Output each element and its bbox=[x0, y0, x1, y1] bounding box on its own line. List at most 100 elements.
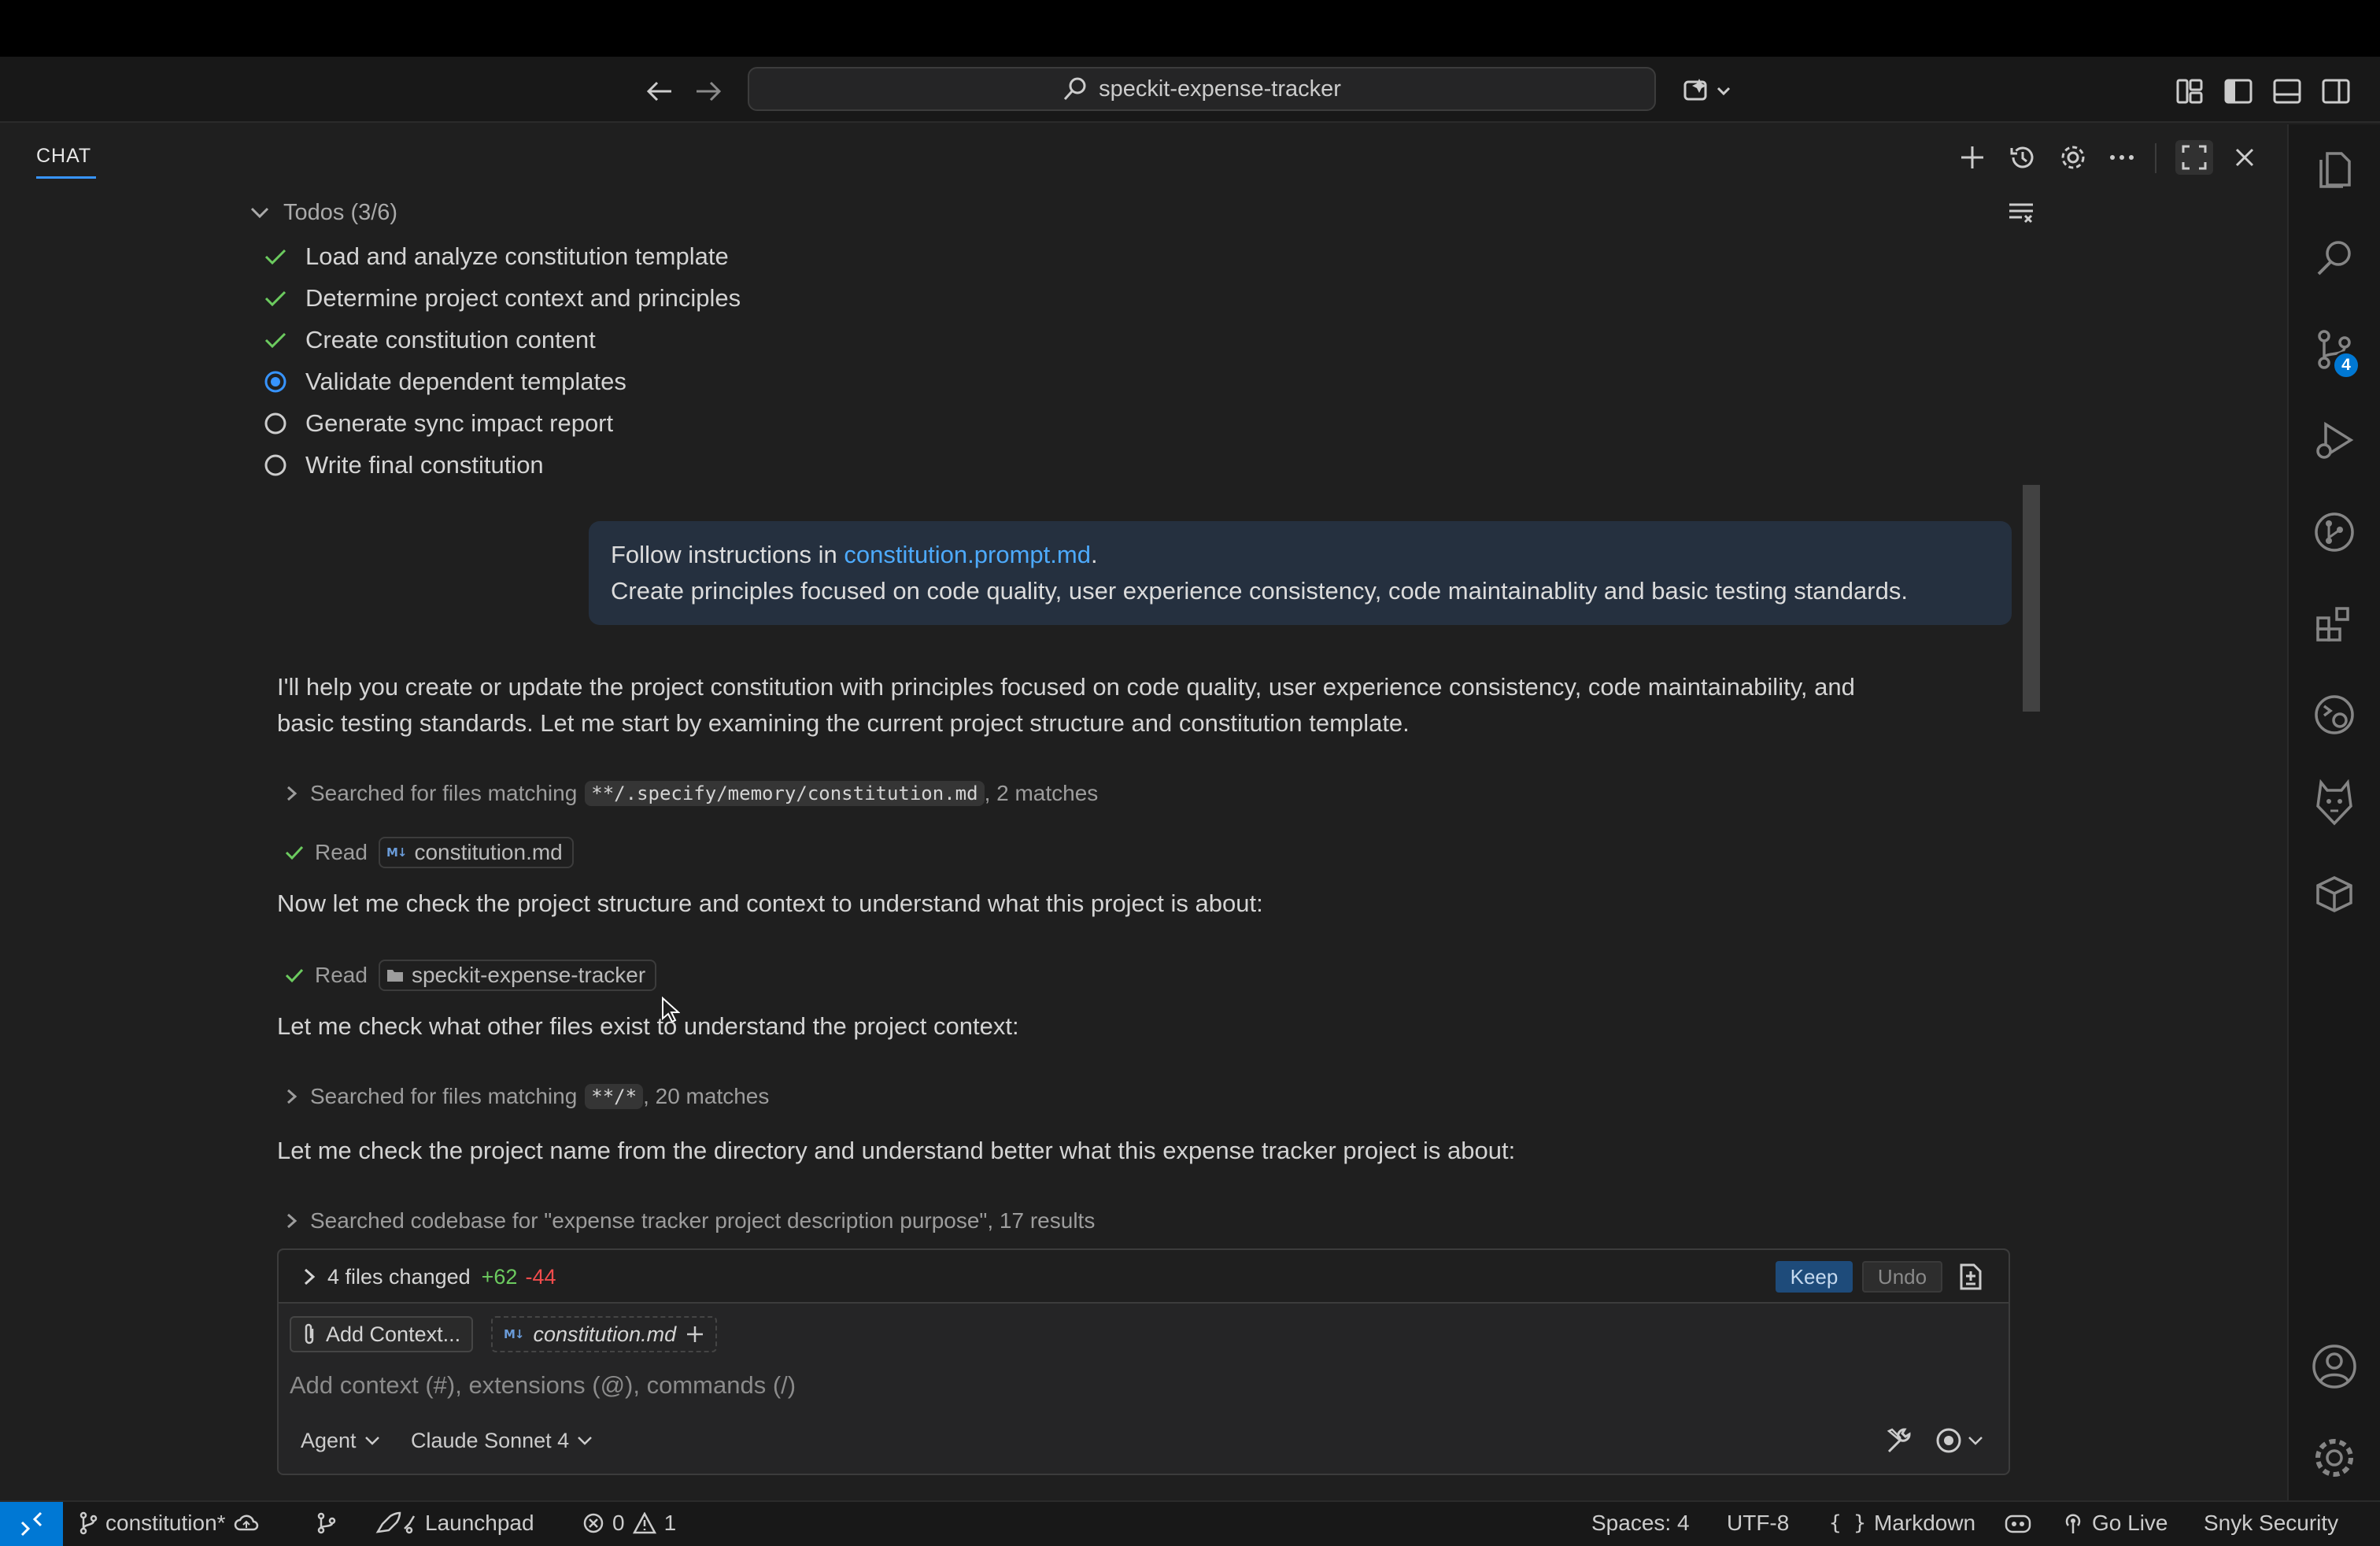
plus-icon[interactable] bbox=[686, 1325, 704, 1344]
maximize-chat-icon[interactable] bbox=[2175, 140, 2213, 175]
empty-circle-icon bbox=[263, 411, 288, 436]
todo-label: Write final constitution bbox=[305, 451, 544, 479]
tool-search-files[interactable]: Searched for files matching **/* , 20 ma… bbox=[285, 1078, 769, 1115]
header-divider bbox=[2155, 143, 2156, 173]
file-reference-chip[interactable]: M↓ constitution.md bbox=[378, 837, 574, 868]
lines-removed: -44 bbox=[525, 1264, 556, 1289]
git-graph-icon[interactable] bbox=[2308, 505, 2361, 559]
prompt-file-link[interactable]: constitution.prompt.md bbox=[844, 541, 1091, 568]
files-changed-toggle[interactable]: 4 files changed +62 -44 bbox=[302, 1261, 556, 1293]
remote-explorer-icon[interactable] bbox=[2308, 688, 2361, 742]
encoding-status[interactable]: UTF-8 bbox=[1727, 1505, 1789, 1541]
back-arrow-icon[interactable] bbox=[642, 76, 677, 107]
search-icon[interactable] bbox=[2308, 231, 2361, 285]
mode-label: Agent bbox=[301, 1428, 357, 1452]
tools-icon[interactable] bbox=[1884, 1425, 1916, 1456]
customize-layout-icon[interactable] bbox=[2172, 74, 2207, 109]
add-context-button[interactable]: Add Context... bbox=[290, 1316, 474, 1352]
snyk-icon[interactable] bbox=[2308, 776, 2361, 830]
paperclip-icon bbox=[302, 1322, 316, 1346]
response-intro-line2: basic testing standards. Let me start by… bbox=[277, 709, 1410, 737]
search-result-count: , 2 matches bbox=[984, 781, 1099, 805]
toggle-panel-icon[interactable] bbox=[2270, 74, 2304, 109]
undo-button[interactable]: Undo bbox=[1862, 1261, 1942, 1293]
warning-count: 1 bbox=[663, 1511, 677, 1535]
read-label: Read bbox=[315, 963, 368, 987]
toggle-secondary-sidebar-icon[interactable] bbox=[2319, 74, 2353, 109]
extensions-icon[interactable] bbox=[2308, 597, 2361, 650]
snyk-security-status[interactable]: Snyk Security bbox=[2204, 1505, 2338, 1541]
run-debug-icon[interactable] bbox=[2308, 414, 2361, 468]
send-options-button[interactable] bbox=[1935, 1425, 1994, 1456]
chevron-right-icon bbox=[285, 1212, 299, 1230]
new-chat-icon[interactable] bbox=[1953, 140, 1991, 175]
chevron-right-icon bbox=[302, 1267, 316, 1286]
mode-picker[interactable]: Agent bbox=[301, 1425, 380, 1456]
copilot-status-icon[interactable] bbox=[2004, 1505, 2032, 1541]
launchpad-status[interactable]: Launchpad bbox=[375, 1505, 534, 1541]
keep-button[interactable]: Keep bbox=[1776, 1261, 1853, 1293]
chat-history-icon[interactable] bbox=[2004, 140, 2042, 175]
tool-label: Searched codebase for "expense tracker p… bbox=[310, 1208, 1096, 1233]
user-message-prefix: Follow instructions in bbox=[611, 541, 844, 568]
tool-search-files[interactable]: Searched for files matching **/.specify/… bbox=[285, 775, 1098, 812]
search-result-count: , 20 matches bbox=[643, 1084, 770, 1108]
check-icon bbox=[263, 327, 288, 353]
chat-settings-gear-icon[interactable] bbox=[2054, 140, 2092, 175]
go-live-label: Go Live bbox=[2092, 1511, 2168, 1535]
toggle-primary-sidebar-icon[interactable] bbox=[2221, 74, 2256, 109]
model-picker[interactable]: Claude Sonnet 4 bbox=[411, 1425, 593, 1456]
go-live-status[interactable]: Go Live bbox=[2062, 1505, 2168, 1541]
folder-name: speckit-expense-tracker bbox=[411, 963, 646, 987]
box-icon[interactable] bbox=[2308, 867, 2361, 921]
view-changes-icon[interactable] bbox=[1955, 1261, 1986, 1293]
tool-label: Searched for files matching bbox=[310, 781, 578, 805]
scm-count-badge: 4 bbox=[2332, 351, 2360, 379]
branch-status[interactable]: constitution* bbox=[79, 1505, 259, 1541]
todos-header[interactable]: Todos (3/6) bbox=[249, 197, 397, 228]
chat-input-field[interactable]: Add context (#), extensions (@), command… bbox=[290, 1371, 796, 1400]
chat-scrollbar-thumb[interactable] bbox=[2023, 485, 2040, 712]
user-message-suffix: . bbox=[1090, 541, 1098, 568]
explorer-icon[interactable] bbox=[2308, 142, 2361, 195]
search-icon bbox=[1062, 76, 1088, 102]
check-icon bbox=[285, 845, 304, 860]
cloud-sync-icon[interactable] bbox=[234, 1514, 259, 1533]
git-graph-status-icon[interactable] bbox=[315, 1505, 338, 1541]
todo-item: Load and analyze constitution template bbox=[263, 241, 729, 272]
folder-reference-chip[interactable]: speckit-expense-tracker bbox=[378, 960, 657, 991]
remote-indicator-button[interactable] bbox=[0, 1502, 63, 1546]
chevron-down-icon bbox=[249, 202, 271, 224]
rocket-icon bbox=[375, 1511, 417, 1535]
account-icon[interactable] bbox=[2308, 1340, 2361, 1393]
language-mode-status[interactable]: { } Markdown bbox=[1829, 1505, 1975, 1541]
todo-item: Create constitution content bbox=[263, 324, 596, 356]
chevron-down-icon bbox=[1968, 1435, 1983, 1446]
response-para2: Now let me check the project structure a… bbox=[277, 890, 1263, 917]
context-file-chip[interactable]: M↓ constitution.md bbox=[491, 1316, 718, 1352]
todo-item: Determine project context and principles bbox=[263, 283, 741, 314]
broadcast-icon bbox=[2062, 1511, 2084, 1535]
lines-added: +62 bbox=[481, 1264, 518, 1289]
close-chat-icon[interactable] bbox=[2226, 140, 2264, 175]
command-center-search[interactable]: speckit-expense-tracker bbox=[748, 67, 1656, 111]
chevron-right-icon bbox=[285, 1088, 299, 1105]
manage-gear-icon[interactable] bbox=[2308, 1431, 2361, 1485]
copilot-menu-icon[interactable] bbox=[1680, 74, 1736, 109]
forward-arrow-icon[interactable] bbox=[691, 76, 726, 107]
tab-chat[interactable]: CHAT bbox=[36, 145, 91, 168]
problems-status[interactable]: 0 1 bbox=[582, 1505, 676, 1541]
empty-circle-icon bbox=[263, 453, 288, 478]
more-actions-icon[interactable] bbox=[2103, 140, 2141, 175]
branch-name: constitution* bbox=[105, 1511, 226, 1535]
command-center-label: speckit-expense-tracker bbox=[1099, 76, 1341, 102]
tool-search-codebase[interactable]: Searched codebase for "expense tracker p… bbox=[285, 1203, 1095, 1239]
read-label: Read bbox=[315, 840, 368, 864]
tool-read-folder: Read speckit-expense-tracker bbox=[285, 957, 657, 993]
clear-todos-icon[interactable] bbox=[2005, 198, 2037, 227]
indentation-status[interactable]: Spaces: 4 bbox=[1591, 1505, 1690, 1541]
search-pattern: **/* bbox=[585, 1084, 644, 1109]
remote-icon bbox=[19, 1511, 44, 1537]
tool-label: Searched for files matching bbox=[310, 1084, 578, 1108]
in-progress-circle-icon bbox=[263, 369, 288, 394]
